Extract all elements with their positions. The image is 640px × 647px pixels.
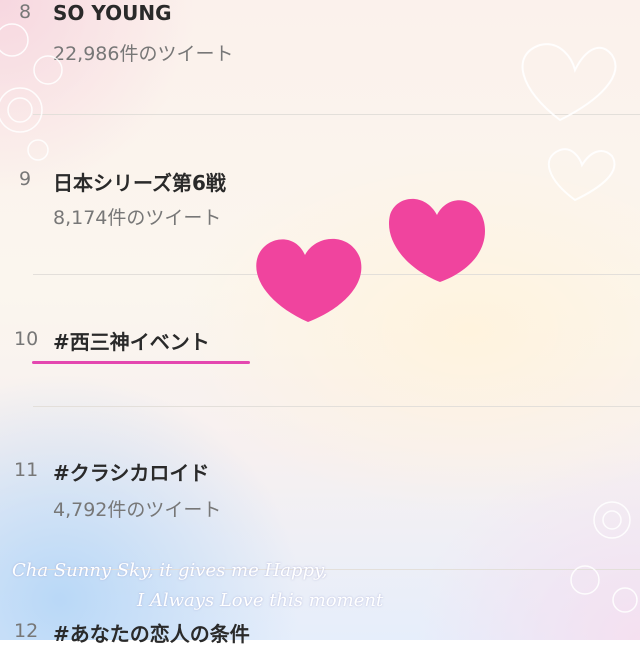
decorative-script-line: I Always Love this moment xyxy=(137,590,384,611)
decorative-script-line: Cha Sunny Sky, it gives me Happy, xyxy=(12,560,328,581)
outline-heart-icon xyxy=(548,148,616,202)
lace-flower-icon xyxy=(570,501,638,613)
outline-heart-icon xyxy=(521,43,617,122)
pink-heart-icon xyxy=(256,238,362,322)
decoration-layer xyxy=(0,23,638,613)
pink-heart-icon xyxy=(388,198,485,282)
lace-flower-icon xyxy=(0,23,63,161)
